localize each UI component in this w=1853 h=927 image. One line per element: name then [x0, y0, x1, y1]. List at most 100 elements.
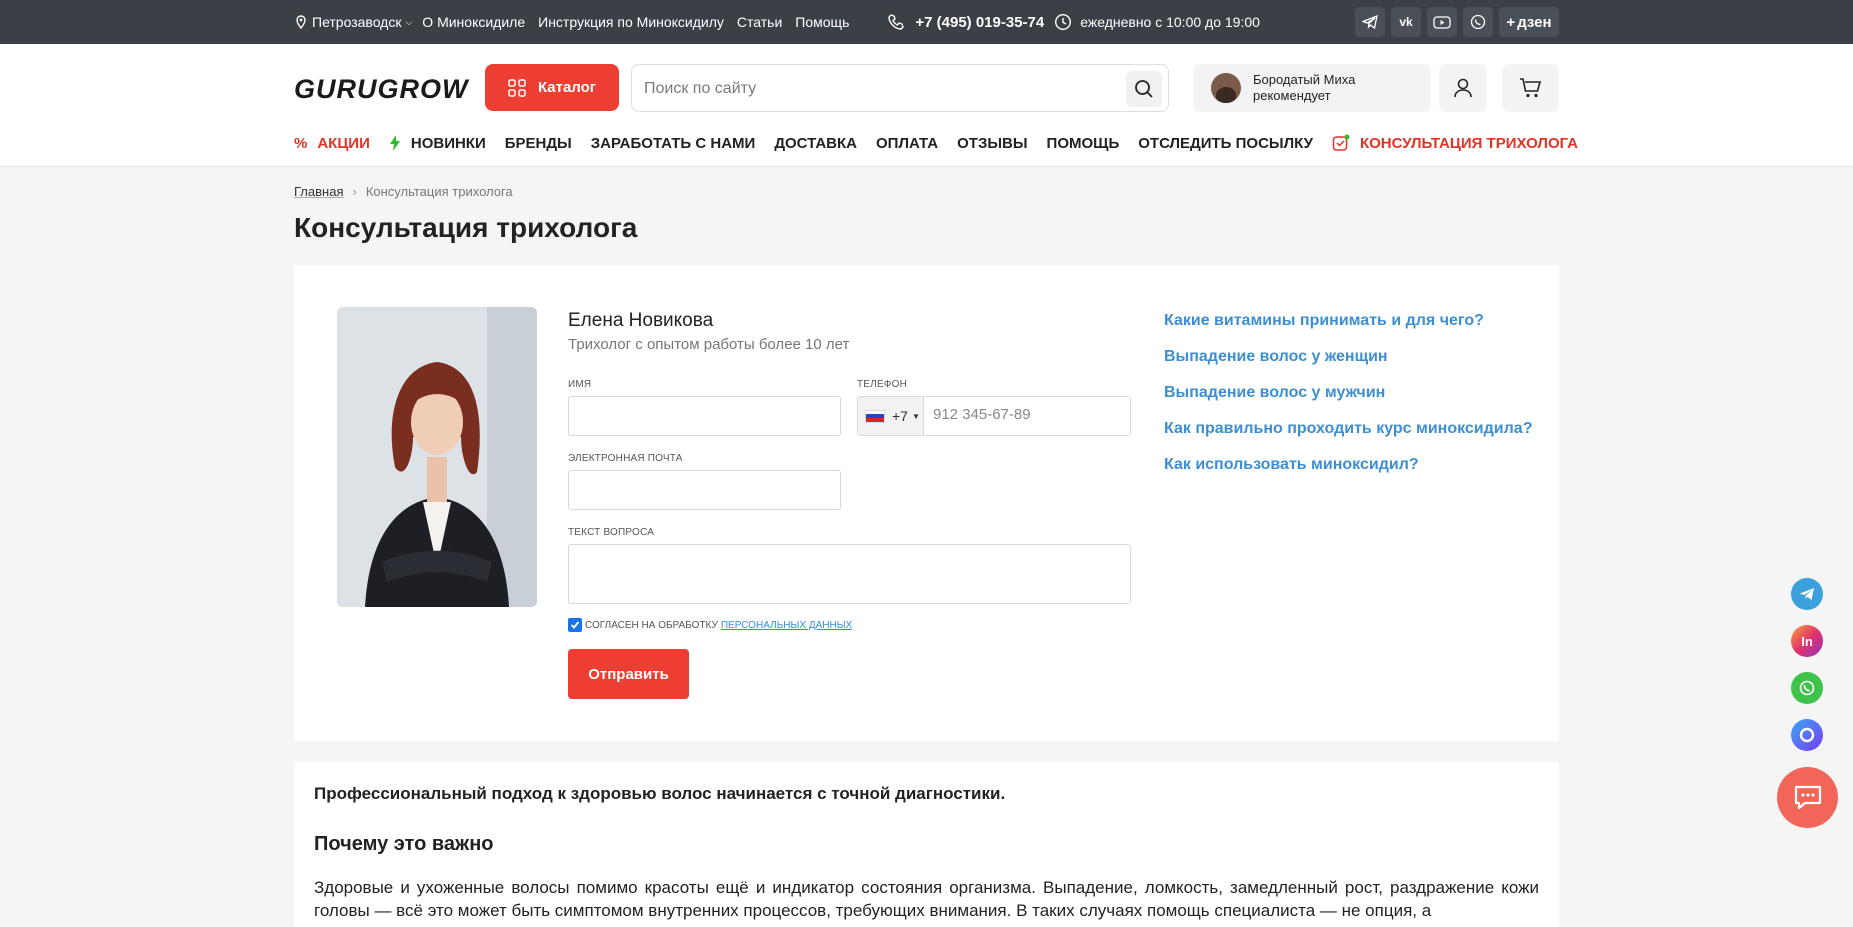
email-field[interactable]	[568, 470, 841, 510]
nav-item-tracking[interactable]: ОТСЛЕДИТЬ ПОСЫЛКУ	[1138, 135, 1313, 152]
social-links: vk + дзен	[1355, 7, 1559, 37]
location-pin-icon	[296, 15, 306, 29]
nav-item-help[interactable]: ПОМОЩЬ	[1047, 135, 1120, 152]
name-field[interactable]	[568, 396, 841, 436]
float-telegram-button[interactable]	[1791, 578, 1823, 610]
chat-icon	[1794, 785, 1821, 809]
breadcrumb-home[interactable]: Главная	[294, 184, 343, 199]
catalog-button[interactable]: Каталог	[485, 64, 619, 111]
nav-label-help: ПОМОЩЬ	[1046, 134, 1120, 152]
nav-item-consultation[interactable]: КОНСУЛЬТАЦИЯ ТРИХОЛОГА	[1332, 134, 1578, 152]
consent-text: СОГЛАСЕН НА ОБРАБОТКУ	[585, 619, 718, 631]
phone-label: Телефон	[857, 379, 908, 390]
recommend-name: Бородатый Миха	[1253, 72, 1356, 87]
nav-label-consultation: КОНСУЛЬТАЦИЯ ТРИХОЛОГА	[1359, 134, 1579, 152]
faq-link[interactable]: Как использовать миноксидил?	[1164, 454, 1532, 475]
dzen-link[interactable]: + дзен	[1499, 7, 1559, 37]
nav-label-reviews: ОТЗЫВЫ	[957, 134, 1028, 152]
youtube-icon[interactable]	[1427, 7, 1457, 37]
plus-icon: +	[1506, 13, 1516, 31]
cart-button[interactable]	[1502, 64, 1559, 112]
nav-label-sales: АКЦИИ	[317, 134, 370, 152]
question-label: Текст вопроса	[568, 527, 655, 538]
toplink-about[interactable]: О Миноксидиле	[422, 14, 525, 30]
telegram-icon[interactable]	[1355, 7, 1385, 37]
nav-item-payment[interactable]: ОПЛАТА	[876, 135, 938, 152]
toplink-instruction[interactable]: Инструкция по Миноксидилу	[538, 14, 724, 30]
consultation-card: Елена Новикова Трихолог с опытом работы …	[294, 265, 1559, 741]
faq-link[interactable]: Как правильно проходить курс миноксидила…	[1164, 418, 1532, 439]
nav-label-brands: БРЕНДЫ	[504, 134, 572, 152]
email-label: Электронная почта	[568, 453, 683, 464]
search-button[interactable]	[1126, 71, 1162, 107]
main-nav: % АКЦИИ НОВИНКИ БРЕНДЫ ЗАРАБОТАТЬ С НАМИ…	[294, 134, 1597, 152]
grid-icon	[508, 78, 526, 97]
percent-icon: %	[294, 134, 308, 152]
search-input[interactable]	[644, 77, 1094, 101]
nav-label-delivery: ДОСТАВКА	[774, 134, 857, 152]
lightning-icon	[389, 135, 400, 151]
avatar	[1211, 73, 1241, 103]
phone-link[interactable]: +7 (495) 019-35-74	[887, 13, 1044, 31]
catalog-label: Каталог	[537, 79, 597, 96]
phone-placeholder: 912 345-67-89	[933, 406, 1031, 423]
nav-item-delivery[interactable]: ДОСТАВКА	[774, 135, 857, 152]
nav-item-partners[interactable]: ЗАРАБОТАТЬ С НАМИ	[591, 135, 756, 152]
breadcrumb: Главная › Консультация трихолога	[294, 184, 513, 199]
breadcrumb-separator: ›	[352, 184, 357, 199]
float-max-button[interactable]	[1791, 719, 1823, 751]
nav-label-partners: ЗАРАБОТАТЬ С НАМИ	[590, 134, 756, 152]
country-code: +7	[892, 408, 908, 424]
submit-button[interactable]: Отправить	[568, 649, 689, 699]
doctor-subtitle: Трихолог с опытом работы более 10 лет	[568, 336, 850, 353]
russia-flag-icon	[865, 409, 885, 423]
nav-label-tracking: ОТСЛЕДИТЬ ПОСЫЛКУ	[1138, 134, 1313, 152]
recommend-banner[interactable]: Бородатый Миха рекомендует	[1193, 64, 1431, 112]
faq-link[interactable]: Какие витамины принимать и для чего?	[1164, 310, 1532, 331]
float-instagram-button[interactable]: In	[1791, 625, 1823, 657]
city-selector[interactable]: Петрозаводск ⌵	[294, 14, 412, 30]
phone-field[interactable]: +7 ▼ 912 345-67-89	[857, 396, 1131, 436]
work-hours-text: ежедневно с 10:00 до 19:00	[1080, 14, 1260, 30]
consent-checkbox[interactable]	[568, 618, 582, 632]
toplink-help[interactable]: Помощь	[795, 14, 849, 30]
whatsapp-icon	[1799, 680, 1815, 696]
nav-item-new[interactable]: НОВИНКИ	[389, 135, 486, 152]
nav-item-reviews[interactable]: ОТЗЫВЫ	[957, 135, 1027, 152]
clock-icon	[1055, 13, 1072, 31]
site-logo[interactable]: GURUGROW	[294, 74, 468, 105]
page-title: Консультация трихолога	[294, 212, 638, 243]
user-icon	[1454, 78, 1472, 98]
nav-label-new: НОВИНКИ	[410, 134, 486, 152]
consent-link[interactable]: ПЕРСОНАЛЬНЫХ ДАННЫХ	[721, 620, 852, 631]
nav-label-payment: ОПЛАТА	[876, 134, 939, 152]
account-button[interactable]	[1439, 64, 1487, 112]
top-bar: Петрозаводск ⌵ О Миноксидиле Инструкция …	[0, 0, 1853, 44]
article-paragraph: Здоровые и ухоженные волосы помимо красо…	[314, 878, 1539, 920]
search-box	[631, 64, 1169, 112]
whatsapp-icon[interactable]	[1463, 7, 1493, 37]
nav-item-sales[interactable]: % АКЦИИ	[294, 135, 370, 152]
work-hours: ежедневно с 10:00 до 19:00	[1054, 13, 1260, 31]
faq-link[interactable]: Выпадение волос у женщин	[1164, 346, 1532, 367]
article-lead: Профессиональный подход к здоровью волос…	[314, 784, 1006, 803]
chat-widget-button[interactable]	[1777, 767, 1838, 828]
article-heading: Почему это важно	[314, 833, 494, 855]
check-icon	[570, 621, 580, 629]
float-whatsapp-button[interactable]	[1791, 672, 1823, 704]
phone-icon	[888, 14, 905, 30]
toplink-articles[interactable]: Статьи	[737, 14, 782, 30]
telegram-icon	[1800, 588, 1814, 600]
vk-icon[interactable]: vk	[1391, 7, 1421, 37]
article-card: Профессиональный подход к здоровью волос…	[294, 762, 1559, 927]
dzen-label: дзен	[1517, 13, 1552, 31]
breadcrumb-current: Консультация трихолога	[365, 184, 513, 199]
country-code-selector[interactable]: +7 ▼	[858, 397, 924, 435]
nav-item-brands[interactable]: БРЕНДЫ	[505, 135, 572, 152]
faq-link[interactable]: Выпадение волос у мужчин	[1164, 382, 1532, 403]
name-label: Имя	[568, 379, 592, 390]
search-icon	[1135, 80, 1153, 98]
question-textarea[interactable]	[568, 544, 1131, 604]
site-header: GURUGROW Каталог Бородатый Миха рекоменд…	[0, 44, 1853, 167]
max-icon	[1799, 727, 1815, 743]
